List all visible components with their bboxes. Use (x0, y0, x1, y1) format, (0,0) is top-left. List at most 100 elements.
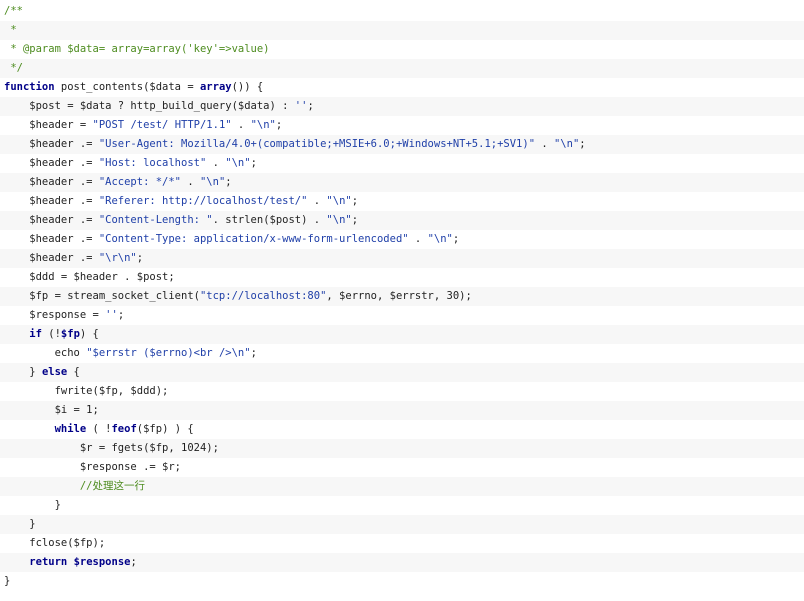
code-line: while ( !feof($fp) ) { (0, 420, 804, 439)
code-line: return $response; (0, 553, 804, 572)
code-token: while (54, 423, 87, 435)
code-token: ; (225, 176, 232, 188)
code-line: $header .= "Referer: http://localhost/te… (0, 192, 804, 211)
code-token: "\n" (553, 138, 580, 150)
code-token: "Referer: http://localhost/test/" (98, 195, 308, 207)
code-token: ; (136, 252, 144, 264)
code-token: post_contents($data = (54, 81, 200, 93)
code-line: $header .= "Host: localhost" . "\n"; (0, 154, 804, 173)
code-token: ; (579, 138, 586, 150)
code-token: "\r\n" (98, 252, 137, 264)
code-line: $header .= "Content-Length: ". strlen($p… (0, 211, 804, 230)
code-token: else (41, 366, 68, 378)
code-token: "tcp://localhost:80" (199, 290, 327, 302)
code-token: $header .= (4, 176, 99, 188)
code-token: $response = (4, 309, 106, 321)
code-token: feof (111, 423, 137, 435)
code-line: function post_contents($data = array()) … (0, 78, 804, 97)
code-token: ; (351, 214, 359, 226)
code-line: } (0, 572, 804, 591)
code-token: ; (250, 347, 257, 359)
code-line: $ddd = $header . $post; (0, 268, 804, 287)
code-line: * @param $data= array=array('key'=>value… (0, 40, 804, 59)
code-token: "$errstr ($errno)<br />\n" (86, 347, 251, 359)
code-token: } (4, 518, 36, 530)
code-token: ; (130, 556, 137, 568)
code-token: "Host: localhost" (98, 157, 207, 169)
code-token: } (4, 499, 61, 511)
code-token: ( ! (86, 423, 112, 435)
code-line: $fp = stream_socket_client("tcp://localh… (0, 287, 804, 306)
code-line: echo "$errstr ($errno)<br />\n"; (0, 344, 804, 363)
code-token: $header .= (4, 138, 99, 150)
code-block: /** * * @param $data= array=array('key'=… (0, 0, 804, 591)
code-line: $header .= "Content-Type: application/x-… (0, 230, 804, 249)
code-token: fwrite($fp, $ddd); (4, 385, 169, 397)
code-line: //处理这一行 (0, 477, 804, 496)
code-token: . strlen($post) . (212, 214, 327, 226)
code-token: * @param $data= array=array('key'=>value… (4, 43, 270, 55)
code-token: . (231, 119, 251, 131)
code-token: '' (294, 100, 308, 112)
code-line: if (!$fp) { (0, 325, 804, 344)
code-token: ; (307, 100, 314, 112)
code-token: return (29, 556, 68, 568)
code-token: $response .= $r; (4, 461, 182, 473)
code-token: * (4, 24, 17, 36)
code-token: . (408, 233, 428, 245)
code-token: "User-Agent: Mozilla/4.0+(compatible;+MS… (98, 138, 536, 150)
code-token: ; (351, 195, 359, 207)
code-token: "\n" (326, 195, 352, 207)
code-line: $response = ''; (0, 306, 804, 325)
code-token: } (4, 366, 42, 378)
code-token: , $errno, $errstr, 30); (326, 290, 472, 302)
code-token: "\n" (326, 214, 352, 226)
code-line: fclose($fp); (0, 534, 804, 553)
code-token: $header .= (4, 214, 99, 226)
code-token: (! (41, 328, 61, 340)
code-token: "\n" (427, 233, 453, 245)
code-token: . (181, 176, 200, 188)
code-token: $response (73, 556, 131, 568)
code-token: . (307, 195, 327, 207)
code-token: ) { (79, 328, 99, 340)
code-line: $header = "POST /test/ HTTP/1.1" . "\n"; (0, 116, 804, 135)
code-token: } (4, 575, 11, 587)
code-token: fclose($fp); (4, 537, 106, 549)
code-line: } (0, 515, 804, 534)
code-token: */ (4, 62, 23, 74)
code-token: . (535, 138, 554, 150)
code-token: "\n" (225, 157, 251, 169)
code-token: $header .= (4, 157, 99, 169)
code-line: fwrite($fp, $ddd); (0, 382, 804, 401)
code-token: ($fp) ) { (136, 423, 194, 435)
code-token: "Accept: */*" (98, 176, 182, 188)
code-line: $i = 1; (0, 401, 804, 420)
code-token: $header .= (4, 252, 99, 264)
code-token: '' (105, 309, 118, 321)
code-token: if (29, 328, 42, 340)
code-token: "Content-Length: " (98, 214, 213, 226)
code-line: $response .= $r; (0, 458, 804, 477)
code-token: $i = 1; (4, 404, 99, 416)
code-line: $r = fgets($fp, 1024); (0, 439, 804, 458)
code-token: ()) { (231, 81, 264, 93)
code-token: . (206, 157, 226, 169)
code-token: "\n" (250, 119, 276, 131)
code-token: echo (4, 347, 87, 359)
code-token: array (199, 81, 232, 93)
code-line: */ (0, 59, 804, 78)
code-line: $header .= "User-Agent: Mozilla/4.0+(com… (0, 135, 804, 154)
code-token: ; (452, 233, 460, 245)
code-token: $header .= (4, 233, 99, 245)
code-token: ; (275, 119, 283, 131)
code-token: $fp = stream_socket_client( (4, 290, 200, 302)
code-line: $header .= "Accept: */*" . "\n"; (0, 173, 804, 192)
code-line: * (0, 21, 804, 40)
code-line: } (0, 496, 804, 515)
code-line: $post = $data ? http_build_query($data) … (0, 97, 804, 116)
code-token: $header .= (4, 195, 99, 207)
